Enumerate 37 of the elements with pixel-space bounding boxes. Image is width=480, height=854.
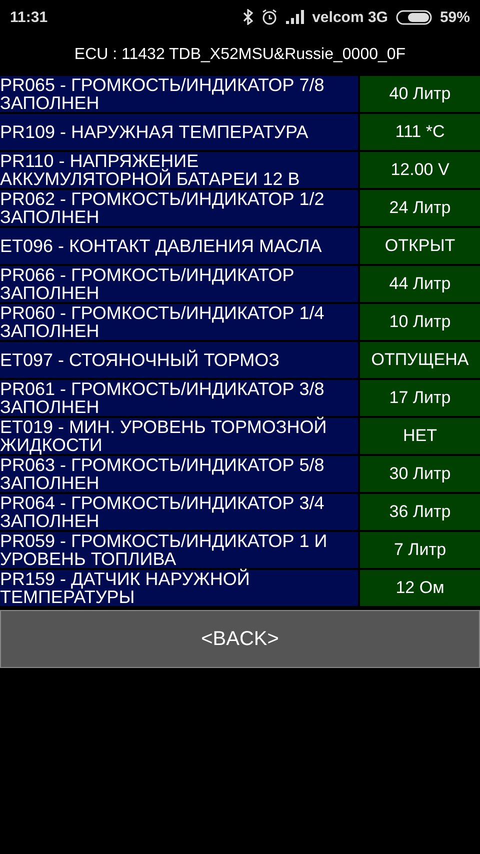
parameter-value: ОТПУЩЕНА xyxy=(360,342,480,378)
parameter-value: 44 Литр xyxy=(360,266,480,302)
parameter-name: PR065 - ГРОМКОСТЬ/ИНДИКАТОР 7/8 ЗАПОЛНЕН xyxy=(0,76,358,112)
parameter-value: 30 Литр xyxy=(360,456,480,492)
ecu-title: ECU : 11432 TDB_X52MSU&Russie_0000_0F xyxy=(74,46,406,64)
parameter-value: НЕТ xyxy=(360,418,480,454)
parameter-name: PR060 - ГРОМКОСТЬ/ИНДИКАТОР 1/4 ЗАПОЛНЕН xyxy=(0,304,358,340)
parameter-name: PR109 - НАРУЖНАЯ ТЕМПЕРАТУРА xyxy=(0,114,358,150)
status-time: 11:31 xyxy=(10,8,48,26)
back-button[interactable]: <BACK> xyxy=(0,610,480,668)
parameter-name: PR062 - ГРОМКОСТЬ/ИНДИКАТОР 1/2 ЗАПОЛНЕН xyxy=(0,190,358,226)
parameter-name: ET096 - КОНТАКТ ДАВЛЕНИЯ МАСЛА xyxy=(0,228,358,264)
parameter-name: PR064 - ГРОМКОСТЬ/ИНДИКАТОР 3/4 ЗАПОЛНЕН xyxy=(0,494,358,530)
alarm-icon xyxy=(261,8,278,26)
signal-icon xyxy=(286,10,304,24)
parameter-value: 40 Литр xyxy=(360,76,480,112)
parameter-name: ET019 - МИН. УРОВЕНЬ ТОРМОЗНОЙ ЖИДКОСТИ xyxy=(0,418,358,454)
parameter-value: 36 Литр xyxy=(360,494,480,530)
parameter-name: PR159 - ДАТЧИК НАРУЖНОЙ ТЕМПЕРАТУРЫ xyxy=(0,570,358,606)
parameter-name: PR063 - ГРОМКОСТЬ/ИНДИКАТОР 5/8 ЗАПОЛНЕН xyxy=(0,456,358,492)
battery-percent: 59% xyxy=(440,8,470,26)
parameter-value: 12.00 V xyxy=(360,152,480,188)
carrier-name: velcom 3G xyxy=(312,8,388,26)
parameter-value: 12 Ом xyxy=(360,570,480,606)
parameter-value: 10 Литр xyxy=(360,304,480,340)
battery-icon xyxy=(396,10,432,24)
parameter-value: 17 Литр xyxy=(360,380,480,416)
parameter-value: 7 Литр xyxy=(360,532,480,568)
parameter-name: PR059 - ГРОМКОСТЬ/ИНДИКАТОР 1 И УРОВЕНЬ ТОПЛИВА xyxy=(0,532,358,568)
parameter-value: 111 *C xyxy=(360,114,480,150)
parameter-name: PR110 - НАПРЯЖЕНИЕ АККУМУЛЯТОРНОЙ БАТАРЕИ 12 В xyxy=(0,152,358,188)
parameter-name: PR066 - ГРОМКОСТЬ/ИНДИКАТОР ЗАПОЛНЕН xyxy=(0,266,358,302)
parameter-value: ОТКРЫТ xyxy=(360,228,480,264)
parameter-name: PR061 - ГРОМКОСТЬ/ИНДИКАТОР 3/8 ЗАПОЛНЕН xyxy=(0,380,358,416)
parameter-value: 24 Литр xyxy=(360,190,480,226)
parameter-name: ET097 - СТОЯНОЧНЫЙ ТОРМОЗ xyxy=(0,342,358,378)
bluetooth-icon xyxy=(243,9,254,25)
